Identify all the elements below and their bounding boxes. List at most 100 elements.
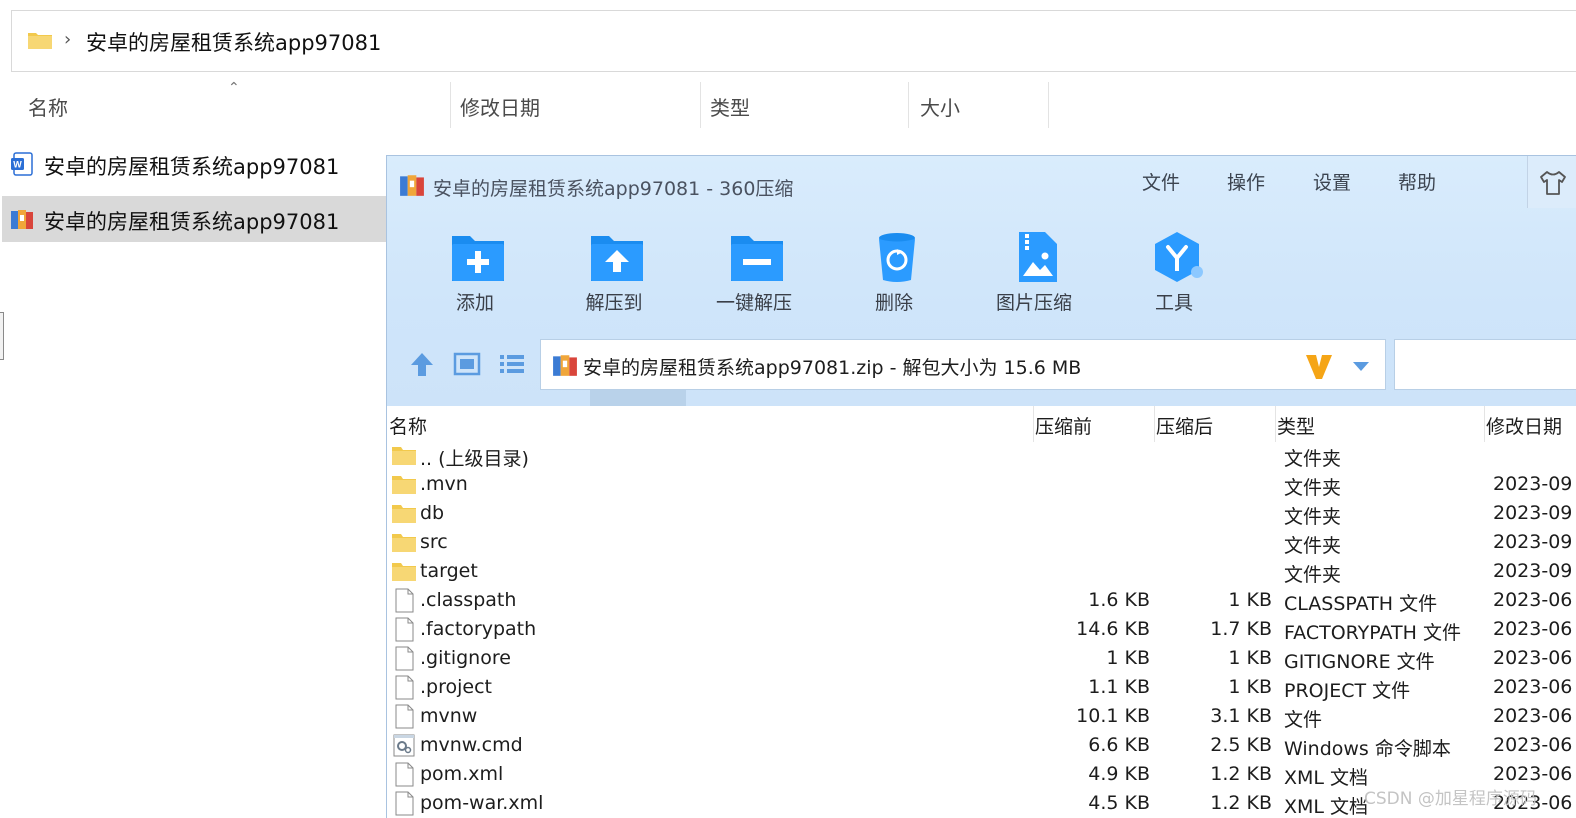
column-header-modified[interactable]: 修改日期	[1486, 412, 1562, 439]
file-name: db	[420, 502, 445, 524]
size-before: 14.6 KB	[1076, 618, 1150, 640]
zip-archive-icon	[400, 175, 424, 196]
toolbar-label: 工具	[1154, 292, 1193, 314]
size-after: 1 KB	[1228, 676, 1272, 698]
file-name: pom-war.xml	[420, 792, 544, 814]
list-item[interactable]: .factorypath 14.6 KB 1.7 KB FACTORYPATH 文件 2…	[387, 616, 1576, 645]
explorer-address-bar[interactable]: › 安卓的房屋租赁系统app97081	[11, 10, 1576, 72]
column-divider[interactable]	[700, 82, 701, 128]
zip-archive-icon	[11, 210, 33, 229]
modified-date: 2023-06	[1493, 589, 1573, 611]
folder-icon	[28, 33, 52, 49]
window-edge-handle[interactable]	[0, 312, 4, 360]
toolbar-delete-button[interactable]: 删除	[839, 226, 949, 316]
column-header-modified[interactable]: 修改日期	[460, 92, 540, 121]
column-header-name[interactable]: 名称	[28, 92, 68, 121]
modified-date: 2023-06	[1493, 676, 1573, 698]
column-divider[interactable]	[450, 82, 451, 128]
toolbar-label: 添加	[455, 292, 494, 314]
svg-text:W: W	[13, 160, 22, 170]
list-item[interactable]: db 文件夹 2023-09	[387, 500, 1576, 529]
column-divider[interactable]	[908, 82, 909, 128]
column-divider[interactable]	[1033, 406, 1034, 442]
list-item[interactable]: mvnw.cmd 6.6 KB 2.5 KB Windows 命令脚本 2023-06	[387, 732, 1576, 761]
menu-help[interactable]: 帮助	[1398, 168, 1436, 195]
file-icon	[391, 791, 417, 816]
thumbnail-view-icon[interactable]	[452, 349, 482, 379]
modified-date: 2023-06	[1493, 618, 1573, 640]
skin-button[interactable]	[1527, 156, 1576, 208]
toolbar-add-button[interactable]: 添加	[420, 226, 530, 316]
file-icon	[391, 704, 417, 729]
word-document-icon: W	[11, 152, 33, 176]
column-header-after[interactable]: 压缩后	[1156, 412, 1213, 439]
menu-operation[interactable]: 操作	[1227, 168, 1265, 195]
up-level-icon[interactable]	[407, 349, 437, 379]
column-header-type[interactable]: 类型	[710, 92, 750, 121]
file-row-word-document[interactable]: W 安卓的房屋租赁系统app97081	[2, 141, 386, 187]
column-divider[interactable]	[1275, 406, 1276, 442]
one-click-extract-icon	[731, 236, 783, 281]
file-type: 文件夹	[1284, 477, 1342, 499]
column-header-size[interactable]: 大小	[920, 92, 960, 121]
toolbar-image-compress-button[interactable]: 图片压缩	[979, 226, 1089, 316]
v-logo-icon[interactable]	[1304, 351, 1334, 381]
modified-date: 2023-06	[1493, 647, 1573, 669]
folder-icon	[391, 530, 417, 555]
toolbar-extract-to-button[interactable]: 解压到	[559, 226, 669, 316]
column-divider[interactable]	[1154, 406, 1155, 442]
file-type: PROJECT 文件	[1284, 680, 1411, 702]
modified-date: 2023-06	[1493, 734, 1573, 756]
modified-date: 2023-09	[1493, 502, 1573, 524]
size-before: 4.9 KB	[1088, 763, 1150, 785]
list-item[interactable]: .. (上级目录) 文件夹	[387, 442, 1576, 471]
list-item[interactable]: target 文件夹 2023-09	[387, 558, 1576, 587]
breadcrumb-chevron-icon[interactable]: ›	[64, 29, 71, 50]
file-name: 安卓的房屋租赁系统app97081	[44, 210, 340, 234]
menu-settings[interactable]: 设置	[1313, 168, 1351, 195]
size-after: 3.1 KB	[1210, 705, 1272, 727]
list-item[interactable]: .classpath 1.6 KB 1 KB CLASSPATH 文件 2023-06	[387, 587, 1576, 616]
breadcrumb-folder[interactable]: 安卓的房屋租赁系统app97081	[86, 27, 381, 57]
menu-file[interactable]: 文件	[1142, 168, 1180, 195]
toolbar-one-click-extract-button[interactable]: 一键解压	[699, 226, 809, 316]
size-before: 1.1 KB	[1088, 676, 1150, 698]
column-header-name[interactable]: 名称	[389, 412, 427, 439]
folder-icon	[391, 559, 417, 584]
column-divider[interactable]	[1484, 406, 1485, 442]
chevron-down-icon[interactable]	[1351, 359, 1371, 373]
archive-path-bar[interactable]: 安卓的房屋租赁系统app97081.zip - 解包大小为 15.6 MB	[540, 339, 1386, 390]
file-icon	[391, 762, 417, 787]
list-view-icon[interactable]	[497, 349, 527, 379]
file-type: 文件夹	[1284, 506, 1342, 528]
file-type: 文件夹	[1284, 535, 1342, 557]
list-item[interactable]: .project 1.1 KB 1 KB PROJECT 文件 2023-06	[387, 674, 1576, 703]
file-type: XML 文档	[1284, 796, 1369, 818]
file-name: mvnw	[420, 705, 478, 727]
list-item[interactable]: .mvn 文件夹 2023-09	[387, 471, 1576, 500]
folder-icon	[391, 443, 417, 468]
search-input[interactable]	[1394, 339, 1576, 390]
toolbar-label: 删除	[874, 292, 913, 314]
size-before: 10.1 KB	[1076, 705, 1150, 727]
list-item[interactable]: .gitignore 1 KB 1 KB GITIGNORE 文件 2023-06	[387, 645, 1576, 674]
size-after: 1.7 KB	[1210, 618, 1272, 640]
list-item[interactable]: src 文件夹 2023-09	[387, 529, 1576, 558]
file-name: mvnw.cmd	[420, 734, 523, 756]
column-header-before[interactable]: 压缩前	[1035, 412, 1092, 439]
toolbar-label: 一键解压	[715, 292, 792, 314]
zip-archive-icon	[553, 355, 577, 376]
column-divider[interactable]	[1048, 82, 1049, 128]
file-type: GITIGNORE 文件	[1284, 651, 1435, 673]
column-header-type[interactable]: 类型	[1277, 412, 1315, 439]
watermark: CSDN @加星程序源码	[1364, 789, 1537, 809]
toolbar-label: 解压到	[585, 292, 643, 314]
list-item[interactable]: mvnw 10.1 KB 3.1 KB 文件 2023-06	[387, 703, 1576, 732]
size-after: 1 KB	[1228, 647, 1272, 669]
file-name: src	[420, 531, 448, 553]
archive-window: 安卓的房屋租赁系统app97081 - 360压缩 文件 操作 设置 帮助 添加	[386, 155, 1576, 818]
toolbar-tools-button[interactable]: 工具	[1119, 226, 1229, 316]
file-name: .mvn	[420, 473, 468, 495]
file-type: 文件	[1284, 709, 1323, 731]
file-row-zip-archive[interactable]: 安卓的房屋租赁系统app97081	[2, 196, 386, 242]
